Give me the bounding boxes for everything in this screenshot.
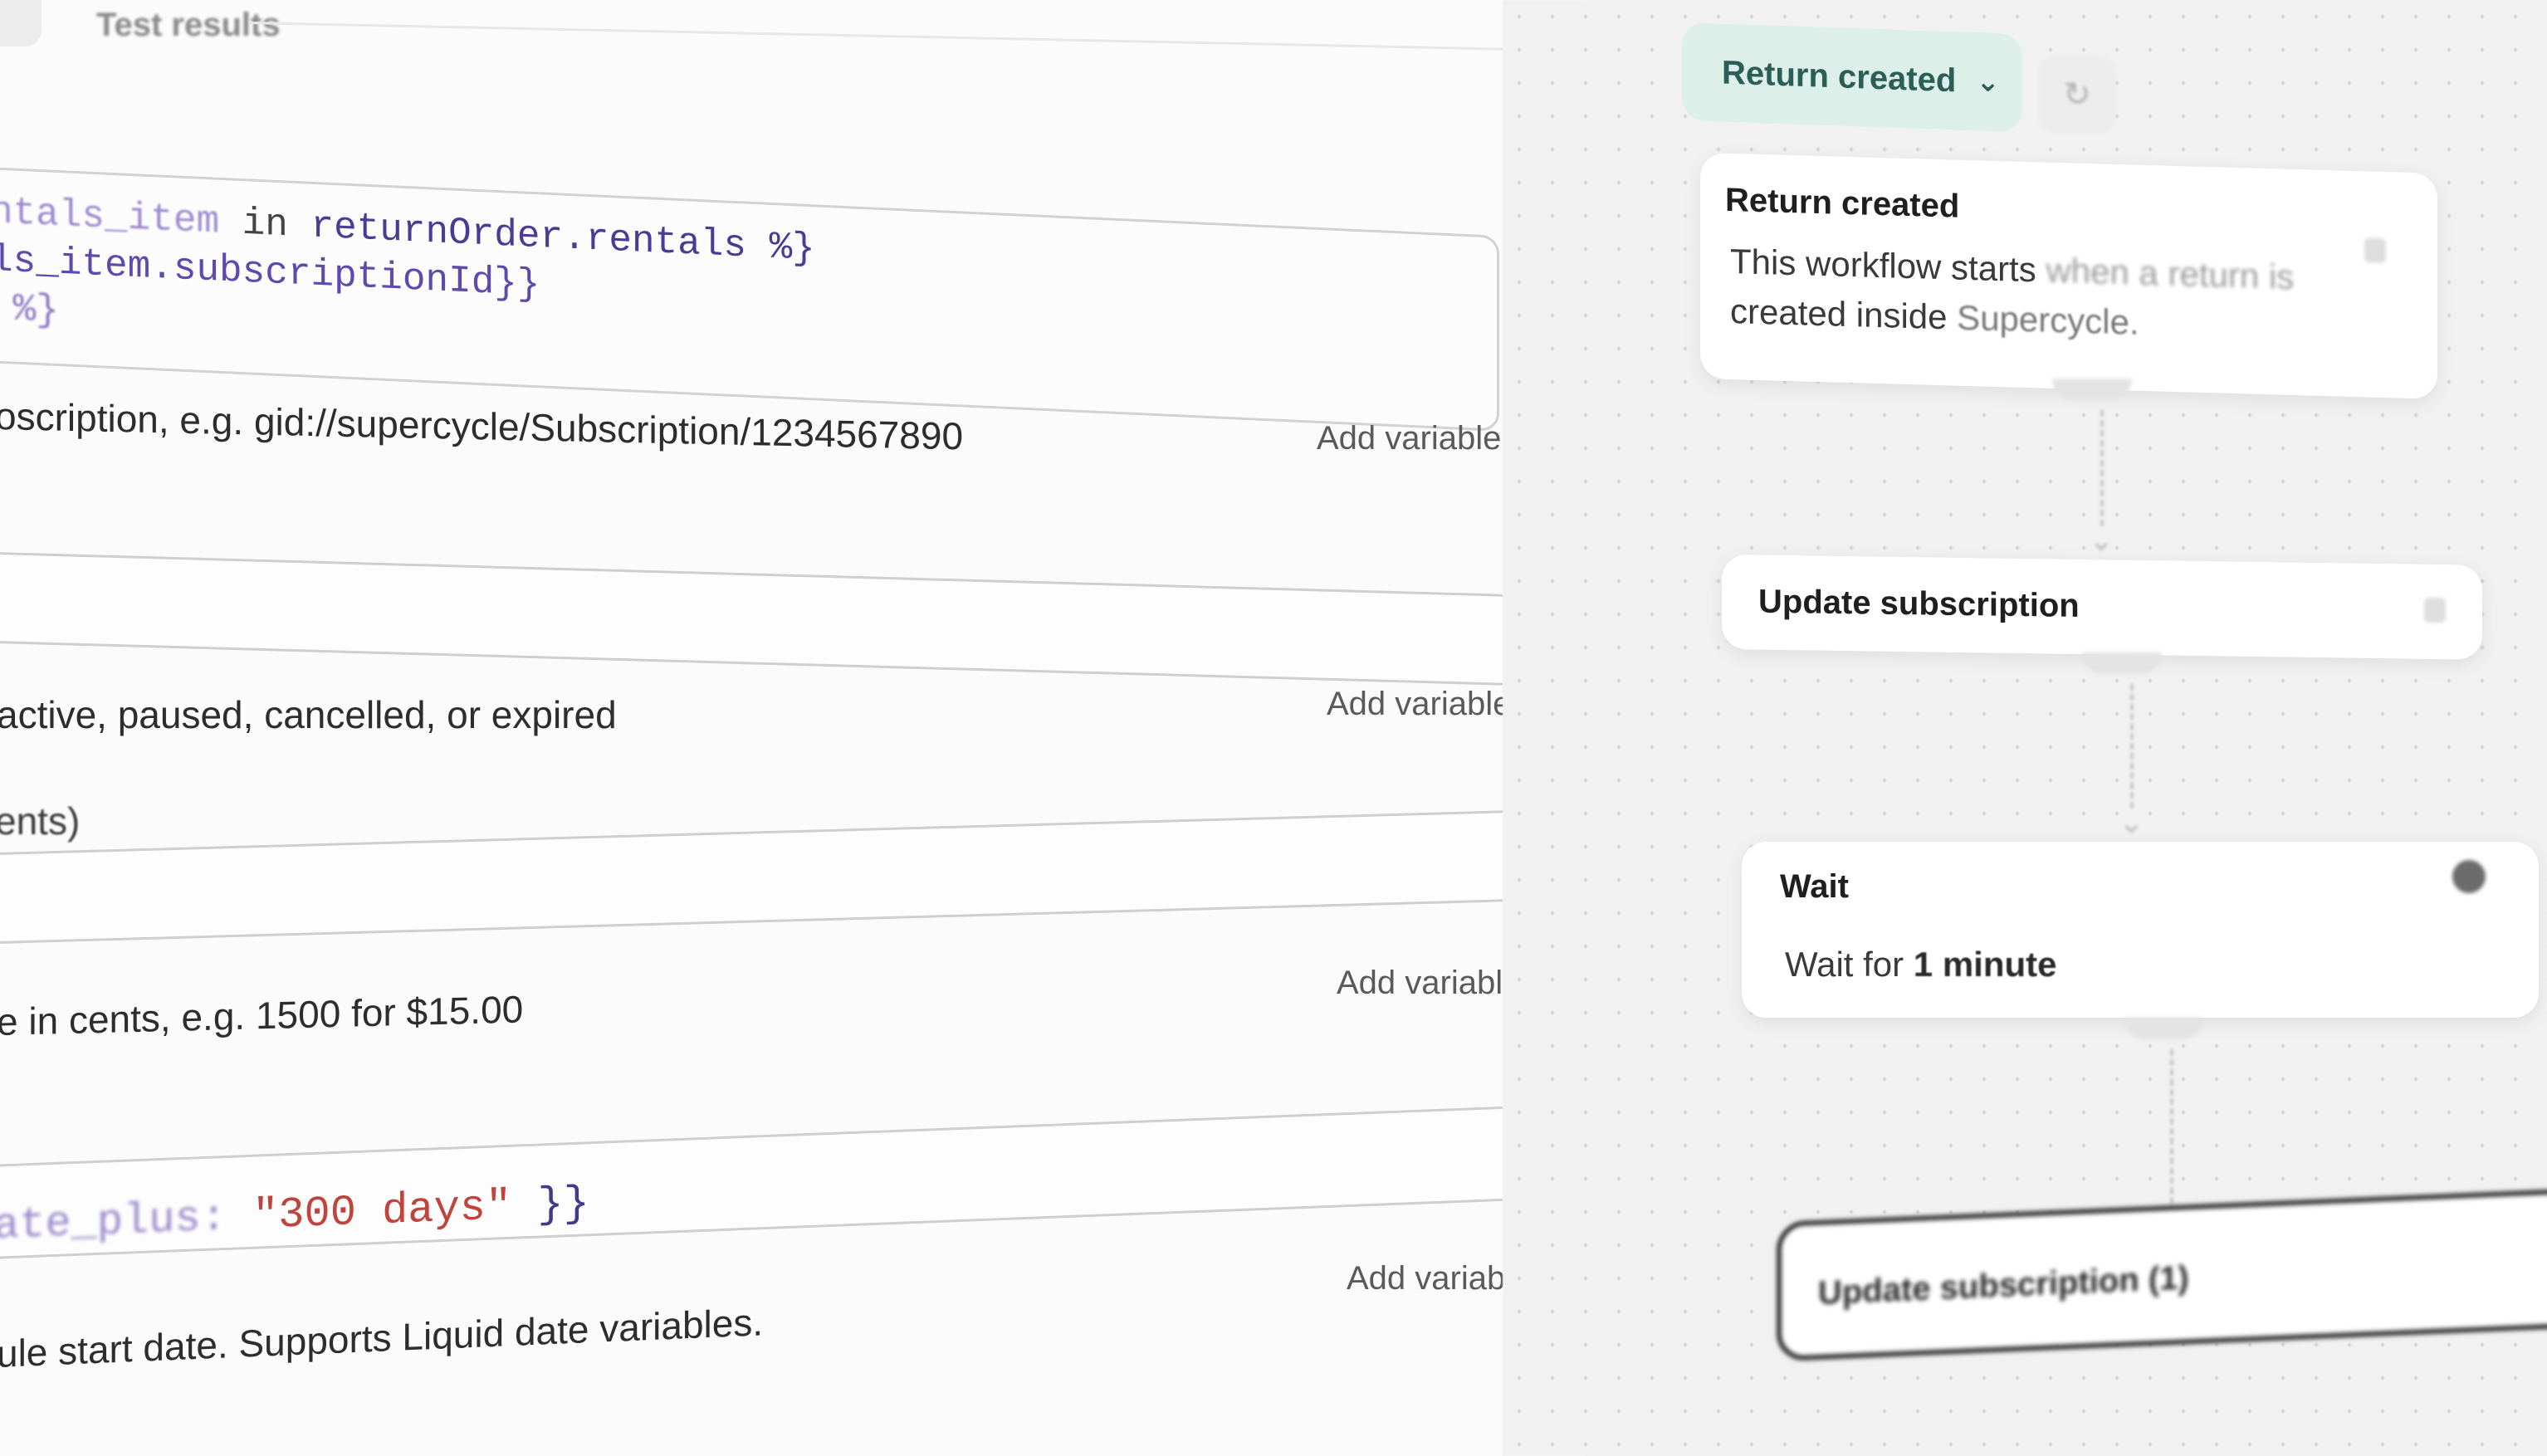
refresh-icon: ↻ [2063, 76, 2091, 113]
field-help-start-date: ule start date. Supports Liquid date var… [0, 1300, 764, 1375]
node-description-text: This workflow starts [1730, 242, 2036, 290]
node-title: Return created [1725, 181, 1960, 225]
workflow-node-wait[interactable]: Wait Wait for 1 minute [1742, 842, 2539, 1018]
node-description-text: created inside [1730, 291, 1948, 337]
code-token-rest: .rentals %} [563, 216, 815, 271]
status-input[interactable] [0, 551, 1518, 686]
add-variable-button[interactable]: Add variable [1337, 965, 1521, 1002]
node-description: This workflow starts when a return is cr… [1730, 237, 2294, 352]
node-description-text-faded: when a return is [2036, 250, 2295, 296]
node-title: Update subscription (1) [1818, 1259, 2189, 1312]
connector-line [2100, 410, 2104, 526]
chevron-down-icon: ⌄ [1976, 66, 2000, 99]
code-token-loop-var: ntals_item [0, 190, 220, 244]
workflow-node-update-subscription[interactable]: Update subscription [1722, 555, 2482, 660]
node-description: Wait for 1 minute [1785, 940, 2057, 989]
code-token-string: "300 days" [252, 1182, 512, 1242]
node-handle[interactable] [2052, 379, 2132, 400]
node-title: Update subscription [1758, 583, 2080, 625]
node-description-duration: 1 minute [1913, 945, 2057, 984]
trigger-selector-label: Return created [1722, 54, 1957, 99]
field-help-price: e in cents, e.g. 1500 for $15.00 [0, 987, 524, 1043]
panel-divider [249, 0, 1577, 52]
status-dot-icon [2452, 860, 2486, 893]
code-token-brace: }} [537, 1179, 589, 1230]
arrow-down-icon: ⌄ [2089, 523, 2114, 557]
field-label-price: ents) [0, 799, 81, 843]
field-help-status: active, paused, cancelled, or expired [0, 693, 617, 736]
node-menu-icon[interactable] [2364, 237, 2386, 264]
code-line-3: %} [12, 287, 59, 333]
code-token-filter: ate_plus: [0, 1193, 227, 1251]
panel-tab-handle[interactable] [0, 0, 42, 46]
node-handle[interactable] [2124, 1018, 2203, 1039]
step-config-panel: Test results ntals_item in returnOrder.r… [0, 0, 1586, 1456]
refresh-button[interactable]: ↻ [2039, 56, 2115, 133]
node-description-text: Wait for [1785, 945, 1914, 984]
code-token-keyword: in [219, 200, 311, 248]
field-help-subscription-id: oscription, e.g. gid://supercycle/Subscr… [0, 394, 964, 458]
add-variable-button[interactable]: Add variable [1327, 686, 1511, 723]
workflow-node-trigger[interactable]: Return created This workflow starts when… [1700, 153, 2437, 399]
node-description-text-faded: Supercycle. [1947, 297, 2139, 342]
add-variable-button[interactable]: Add variable [1317, 420, 1501, 457]
code-token-variable: returnOrder [310, 204, 564, 260]
node-menu-icon[interactable] [2424, 597, 2446, 623]
trigger-selector[interactable]: Return created ⌄ [1682, 22, 2022, 133]
connector-line [2170, 1049, 2173, 1224]
price-input[interactable] [0, 809, 1533, 945]
node-title: Wait [1780, 868, 1849, 905]
arrow-down-icon: ⌄ [2119, 805, 2144, 839]
node-handle[interactable] [2082, 652, 2162, 674]
connector-line [2130, 684, 2134, 809]
